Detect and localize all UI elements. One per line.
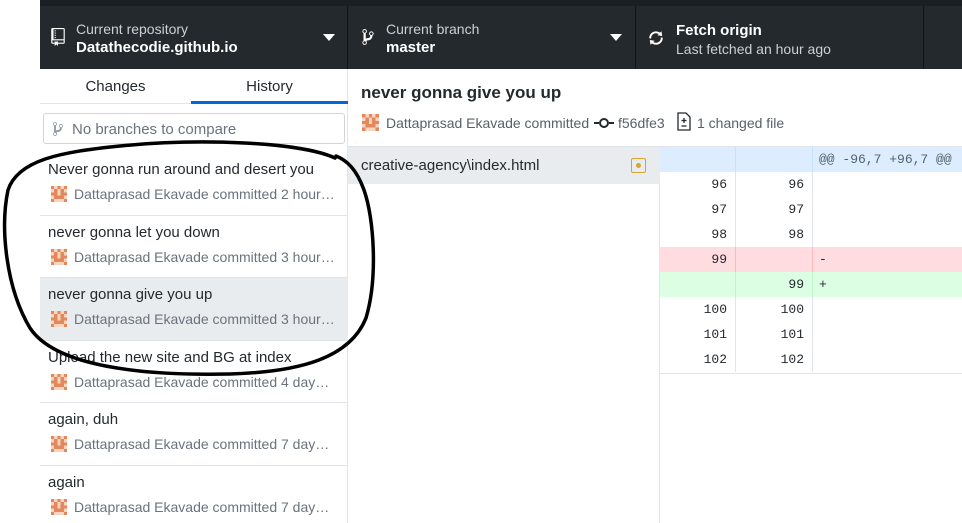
avatar-icon: [51, 186, 67, 202]
diff-code: +: [819, 277, 827, 292]
new-line-number: 98: [736, 222, 813, 247]
sync-icon: [649, 31, 663, 45]
branch-label: Current branch: [386, 21, 480, 37]
avatar-icon: [51, 373, 67, 390]
diff-code: @@ -96,7 +96,7 @@: [819, 152, 952, 167]
diff-view: @@ -96,7 +96,7 @@ 96 96 97 97 98 98 99 -…: [660, 147, 962, 374]
commit-item[interactable]: again, duh Dattaprasad Ekavade committed…: [40, 403, 348, 466]
changed-files-count[interactable]: 1 changed file: [697, 115, 784, 131]
old-line-number: 98: [660, 222, 736, 247]
commit-meta: Dattaprasad Ekavade committed 4 days ago: [74, 373, 336, 390]
diff-line[interactable]: 102 102: [660, 347, 962, 372]
compare-input[interactable]: [72, 118, 340, 140]
commit-author: Dattaprasad Ekavade committed: [386, 115, 590, 131]
commit-item[interactable]: Never gonna run around and desert you Da…: [40, 153, 348, 216]
file-diff-icon: [677, 112, 691, 131]
repository-selector[interactable]: Current repository Datathecodie.github.i…: [40, 6, 348, 69]
avatar-icon: [51, 498, 67, 515]
commit-summary-title: never gonna give you up: [361, 83, 562, 102]
commit-title: Upload the new site and BG at index: [48, 348, 292, 366]
commit-title: Never gonna run around and desert you: [48, 161, 315, 178]
avatar-icon: [362, 114, 379, 131]
window-margin: [0, 0, 40, 523]
new-line-number: 96: [736, 172, 813, 197]
old-line-number: [660, 272, 736, 297]
new-line-number: 99: [736, 272, 813, 297]
changed-file-item[interactable]: creative-agency\index.html: [348, 147, 660, 184]
diff-line[interactable]: 101 101: [660, 322, 962, 347]
new-line-number: 97: [736, 197, 813, 222]
diff-code: [813, 222, 819, 247]
old-line-number: 100: [660, 297, 736, 322]
commit-meta: Dattaprasad Ekavade committed 3 hours ag…: [74, 248, 336, 265]
last-fetched-status: Last fetched an hour ago: [676, 41, 831, 57]
branch-selector[interactable]: Current branch master: [348, 6, 636, 69]
new-line-number: [736, 147, 813, 172]
commit-item[interactable]: again Dattaprasad Ekavade committed 7 da…: [40, 466, 348, 523]
repository-label: Current repository: [76, 21, 189, 37]
fetch-origin-button[interactable]: Fetch origin Last fetched an hour ago: [636, 6, 924, 69]
repository-icon: [51, 28, 65, 46]
commit-meta: Dattaprasad Ekavade committed 3 hours ag…: [74, 311, 336, 327]
caret-down-icon: [323, 34, 335, 41]
diff-line-deleted[interactable]: 99 -: [660, 247, 962, 272]
old-line-number: [660, 147, 736, 172]
new-line-number: 100: [736, 297, 813, 322]
caret-down-icon: [610, 34, 622, 41]
git-branch-icon: [362, 29, 374, 45]
commit-title: never gonna let you down: [48, 223, 220, 241]
avatar-icon: [51, 311, 67, 327]
diff-line-added[interactable]: 99 +: [660, 272, 962, 297]
commit-title: again, duh: [48, 411, 119, 428]
commit-details-pane: never gonna give you up Dattaprasad Ekav…: [348, 69, 962, 523]
diff-code: [813, 197, 819, 222]
tab-changes[interactable]: Changes: [40, 69, 191, 104]
old-line-number: 96: [660, 172, 736, 197]
commit-item[interactable]: never gonna let you down Dattaprasad Eka…: [40, 216, 348, 278]
commit-title: again: [48, 473, 85, 491]
new-line-number: [736, 247, 813, 272]
commit-item[interactable]: Upload the new site and BG at index Datt…: [40, 341, 348, 403]
commit-meta: Dattaprasad Ekavade committed 7 days ago: [74, 498, 336, 515]
tab-history[interactable]: History: [191, 69, 348, 104]
history-sidebar: Changes History Never gonna run around a…: [40, 69, 348, 523]
diff-code: -: [819, 252, 827, 267]
fetch-title: Fetch origin: [676, 22, 762, 39]
commit-title: never gonna give you up: [48, 286, 213, 303]
new-line-number: 102: [736, 347, 813, 372]
diff-line[interactable]: 100 100: [660, 297, 962, 322]
commit-item-selected[interactable]: never gonna give you up Dattaprasad Ekav…: [40, 278, 348, 341]
file-modified-icon: [631, 158, 646, 173]
commit-meta: Dattaprasad Ekavade committed 7 days ago: [74, 436, 336, 452]
diff-code: [813, 347, 819, 372]
diff-code: [813, 172, 819, 197]
old-line-number: 99: [660, 247, 736, 272]
file-path: creative-agency\index.html: [361, 157, 540, 174]
commit-summary-header: never gonna give you up Dattaprasad Ekav…: [348, 69, 962, 147]
diff-hunk-header: @@ -96,7 +96,7 @@: [660, 147, 962, 172]
diff-bottom-border: [660, 373, 962, 374]
commit-meta: Dattaprasad Ekavade committed 2 hours ag…: [74, 186, 336, 202]
changed-file-list: creative-agency\index.html: [348, 147, 660, 523]
avatar-icon: [51, 436, 67, 452]
old-line-number: 102: [660, 347, 736, 372]
diff-line[interactable]: 97 97: [660, 197, 962, 222]
avatar-icon: [51, 248, 67, 265]
git-branch-icon: [53, 121, 63, 136]
diff-code: [813, 297, 819, 322]
git-commit-icon: [594, 118, 614, 128]
diff-line[interactable]: 98 98: [660, 222, 962, 247]
old-line-number: 97: [660, 197, 736, 222]
old-line-number: 101: [660, 322, 736, 347]
diff-line[interactable]: 96 96: [660, 172, 962, 197]
branch-compare-field[interactable]: [43, 113, 345, 144]
sidebar-tabs: Changes History: [40, 69, 348, 104]
branch-name: master: [386, 39, 436, 56]
commit-list: Never gonna run around and desert you Da…: [40, 153, 348, 523]
commit-sha[interactable]: f56dfe3: [618, 115, 665, 131]
diff-code: [813, 322, 819, 347]
repository-name: Datathecodie.github.io: [76, 39, 238, 56]
app-toolbar: Current repository Datathecodie.github.i…: [40, 0, 962, 69]
new-line-number: 101: [736, 322, 813, 347]
